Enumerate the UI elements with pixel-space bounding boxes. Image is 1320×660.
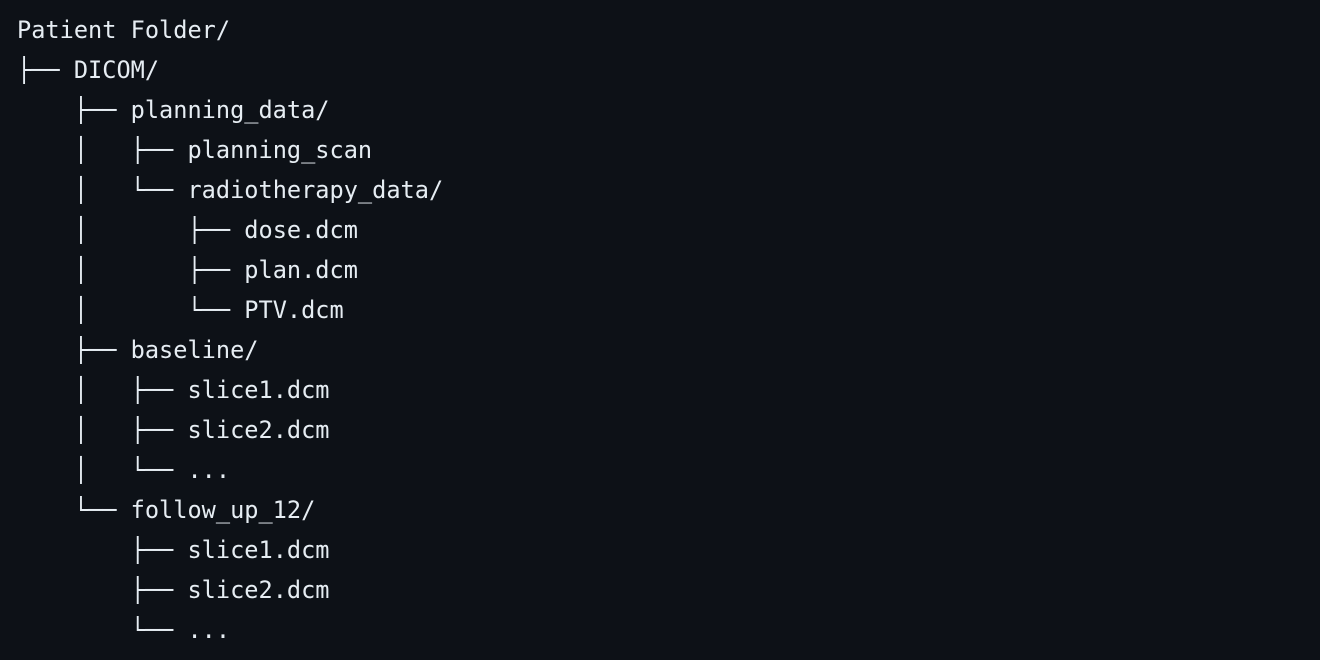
tree-line: │ └── PTV.dcm bbox=[17, 290, 1320, 330]
file-name: slice2.dcm bbox=[187, 416, 330, 444]
tree-line: └── ... bbox=[17, 610, 1320, 650]
tree-branch: │ ├── bbox=[17, 216, 245, 244]
tree-branch: │ ├── bbox=[17, 256, 245, 284]
tree-branch: │ └── bbox=[17, 176, 188, 204]
tree-branch: └── bbox=[17, 616, 188, 644]
tree-branch: ├── bbox=[17, 336, 131, 364]
file-name: slice1.dcm bbox=[187, 536, 330, 564]
tree-line: │ └── ... bbox=[17, 450, 1320, 490]
tree-branch: │ ├── bbox=[17, 376, 188, 404]
folder-name: follow_up_12/ bbox=[130, 496, 316, 524]
file-name: slice1.dcm bbox=[187, 376, 330, 404]
tree-branch: │ └── bbox=[17, 296, 245, 324]
tree-line: ├── baseline/ bbox=[17, 330, 1320, 370]
tree-branch: ├── bbox=[17, 96, 131, 124]
folder-name: Patient Folder/ bbox=[17, 16, 231, 44]
tree-line-root: Patient Folder/ bbox=[17, 10, 1320, 50]
file-name: dose.dcm bbox=[244, 216, 358, 244]
tree-line: ├── slice2.dcm bbox=[17, 570, 1320, 610]
tree-branch: ├── bbox=[17, 576, 188, 604]
tree-branch: │ └── bbox=[17, 456, 188, 484]
folder-name: planning_data/ bbox=[130, 96, 330, 124]
tree-line: ├── slice1.dcm bbox=[17, 530, 1320, 570]
tree-branch: │ ├── bbox=[17, 416, 188, 444]
tree-branch: ├── bbox=[17, 56, 74, 84]
ellipsis: ... bbox=[187, 456, 231, 484]
tree-line: │ ├── planning_scan bbox=[17, 130, 1320, 170]
code-block: Patient Folder/ ├── DICOM/ ├── planning_d… bbox=[0, 0, 1320, 660]
tree-line: │ ├── slice1.dcm bbox=[17, 370, 1320, 410]
tree-line: ├── planning_data/ bbox=[17, 90, 1320, 130]
folder-name: radiotherapy_data/ bbox=[187, 176, 444, 204]
tree-line: └── follow_up_12/ bbox=[17, 490, 1320, 530]
folder-name: DICOM/ bbox=[73, 56, 160, 84]
folder-name: baseline/ bbox=[130, 336, 259, 364]
tree-line: │ └── radiotherapy_data/ bbox=[17, 170, 1320, 210]
file-tree: Patient Folder/ ├── DICOM/ ├── planning_d… bbox=[0, 0, 1320, 650]
file-name: PTV.dcm bbox=[244, 296, 344, 324]
tree-branch: └── bbox=[17, 496, 131, 524]
tree-line: │ ├── slice2.dcm bbox=[17, 410, 1320, 450]
tree-branch: ├── bbox=[17, 536, 188, 564]
tree-line: │ ├── plan.dcm bbox=[17, 250, 1320, 290]
tree-branch: │ ├── bbox=[17, 136, 188, 164]
tree-line: ├── DICOM/ bbox=[17, 50, 1320, 90]
file-name: slice2.dcm bbox=[187, 576, 330, 604]
file-name: planning_scan bbox=[187, 136, 373, 164]
tree-line: │ ├── dose.dcm bbox=[17, 210, 1320, 250]
file-name: plan.dcm bbox=[244, 256, 358, 284]
ellipsis: ... bbox=[187, 616, 231, 644]
